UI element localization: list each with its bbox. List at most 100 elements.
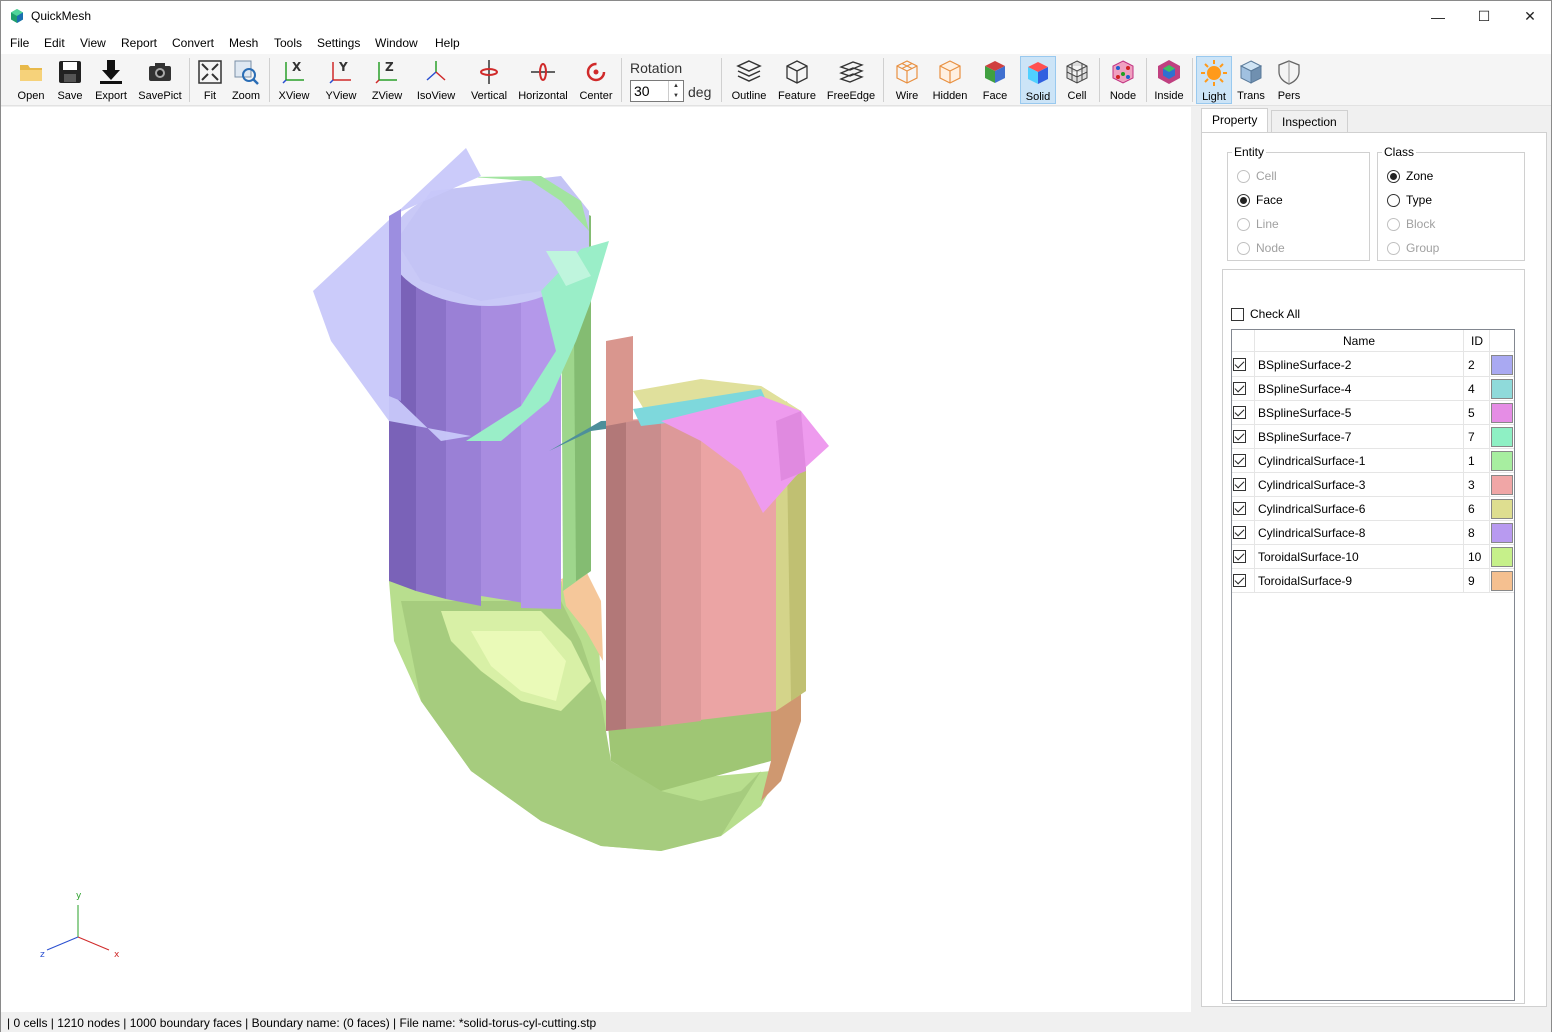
app-logo-icon	[11, 9, 23, 23]
spin-down-icon[interactable]: ▼	[669, 91, 683, 101]
row-checkbox[interactable]	[1233, 478, 1246, 491]
tab-property[interactable]: Property	[1201, 108, 1269, 133]
row-checkbox[interactable]	[1233, 382, 1246, 395]
wire-button[interactable]: Wire	[889, 56, 925, 104]
color-swatch[interactable]	[1491, 475, 1513, 495]
menu-report[interactable]: Report	[121, 36, 157, 50]
menu-edit[interactable]: Edit	[44, 36, 65, 50]
color-swatch[interactable]	[1491, 499, 1513, 519]
hidden-button[interactable]: Hidden	[929, 56, 971, 104]
isoview-button[interactable]: IsoView	[413, 56, 459, 104]
node-button[interactable]: Node	[1105, 56, 1141, 104]
maximize-button[interactable]: ☐	[1461, 1, 1507, 32]
fit-button[interactable]: Fit	[193, 56, 227, 104]
row-checkbox[interactable]	[1233, 358, 1246, 371]
savepict-button[interactable]: SavePict	[137, 56, 183, 104]
zview-button[interactable]: Z ZView	[367, 56, 407, 104]
row-checkbox[interactable]	[1233, 502, 1246, 515]
row-checkbox[interactable]	[1233, 430, 1246, 443]
column-name[interactable]: Name	[1255, 334, 1463, 348]
inside-button[interactable]: Inside	[1151, 56, 1187, 104]
table-row[interactable]: BSplineSurface-7 7	[1232, 425, 1514, 449]
color-swatch[interactable]	[1491, 379, 1513, 399]
close-button[interactable]: ✕	[1507, 1, 1552, 32]
radio-entity-line[interactable]: Line	[1237, 217, 1279, 231]
color-swatch[interactable]	[1491, 355, 1513, 375]
table-row[interactable]: BSplineSurface-2 2	[1232, 353, 1514, 377]
table-row[interactable]: ToroidalSurface-10 10	[1232, 545, 1514, 569]
cell-button[interactable]: Cell	[1061, 56, 1093, 104]
save-button[interactable]: Save	[51, 56, 89, 104]
vertical-button[interactable]: Vertical	[467, 56, 511, 104]
toolbar: Open Save Export SavePict Fit Zoom X XVi…	[1, 54, 1551, 106]
row-checkbox[interactable]	[1233, 406, 1246, 419]
radio-circle	[1387, 169, 1400, 183]
rotation-spinner[interactable]: ▲ ▼	[668, 81, 683, 101]
color-swatch[interactable]	[1491, 571, 1513, 591]
radio-circle	[1237, 193, 1250, 207]
row-checkbox[interactable]	[1233, 526, 1246, 539]
color-swatch[interactable]	[1491, 547, 1513, 567]
spin-up-icon[interactable]: ▲	[669, 81, 683, 91]
color-swatch[interactable]	[1491, 403, 1513, 423]
table-row[interactable]: BSplineSurface-4 4	[1232, 377, 1514, 401]
row-checkbox[interactable]	[1233, 550, 1246, 563]
minimize-button[interactable]: —	[1415, 1, 1461, 32]
row-id: 10	[1468, 550, 1482, 564]
menu-window[interactable]: Window	[375, 36, 418, 50]
table-row[interactable]: ToroidalSurface-9 9	[1232, 569, 1514, 593]
table-row[interactable]: CylindricalSurface-6 6	[1232, 497, 1514, 521]
radio-class-group[interactable]: Group	[1387, 241, 1439, 255]
menu-convert[interactable]: Convert	[172, 36, 214, 50]
table-row[interactable]: CylindricalSurface-1 1	[1232, 449, 1514, 473]
solid-button[interactable]: Solid	[1020, 56, 1056, 104]
xview-button[interactable]: X XView	[275, 56, 313, 104]
column-id[interactable]: ID	[1464, 334, 1490, 348]
radio-entity-cell[interactable]: Cell	[1237, 169, 1277, 183]
menu-view[interactable]: View	[80, 36, 106, 50]
freeedge-button[interactable]: FreeEdge	[825, 56, 877, 104]
table-row[interactable]: CylindricalSurface-8 8	[1232, 521, 1514, 545]
toolbar-separator	[1099, 58, 1100, 102]
radio-class-type[interactable]: Type	[1387, 193, 1432, 207]
menu-tools[interactable]: Tools	[274, 36, 302, 50]
zone-list[interactable]: Name ID BSplineSurface-2 2 BSplineSurface-…	[1231, 329, 1515, 1001]
pers-button[interactable]: Pers	[1273, 56, 1305, 104]
radio-class-zone[interactable]: Zone	[1387, 169, 1433, 183]
row-id: 2	[1468, 358, 1475, 372]
open-button[interactable]: Open	[12, 56, 50, 104]
radio-entity-face[interactable]: Face	[1237, 193, 1283, 207]
trans-button[interactable]: Trans	[1235, 56, 1267, 104]
row-checkbox[interactable]	[1233, 454, 1246, 467]
radio-class-block[interactable]: Block	[1387, 217, 1435, 231]
check-all-checkbox[interactable]: Check All	[1231, 307, 1300, 321]
x-axis-view-icon: X	[282, 60, 304, 84]
floppy-icon	[59, 61, 81, 83]
menu-help[interactable]: Help	[435, 36, 460, 50]
color-swatch[interactable]	[1491, 427, 1513, 447]
light-button[interactable]: Light	[1196, 56, 1232, 104]
feature-button[interactable]: Feature	[775, 56, 819, 104]
zoom-button[interactable]: Zoom	[229, 56, 263, 104]
horizontal-button[interactable]: Horizontal	[515, 56, 571, 104]
svg-text:Y: Y	[338, 60, 348, 74]
camera-icon	[149, 63, 171, 81]
color-swatch[interactable]	[1491, 451, 1513, 471]
yview-button[interactable]: Y YView	[321, 56, 361, 104]
row-checkbox[interactable]	[1233, 574, 1246, 587]
outline-button[interactable]: Outline	[729, 56, 769, 104]
3d-viewport[interactable]: y x z	[1, 107, 1191, 1012]
menu-file[interactable]: File	[10, 36, 29, 50]
center-button[interactable]: Center	[577, 56, 615, 104]
menu-settings[interactable]: Settings	[317, 36, 360, 50]
table-row[interactable]: BSplineSurface-5 5	[1232, 401, 1514, 425]
radio-entity-node[interactable]: Node	[1237, 241, 1285, 255]
export-button[interactable]: Export	[91, 56, 131, 104]
color-swatch[interactable]	[1491, 523, 1513, 543]
tab-inspection[interactable]: Inspection	[1271, 110, 1348, 133]
mesh-model[interactable]	[1, 107, 1191, 1012]
face-button[interactable]: Face	[977, 56, 1013, 104]
menu-mesh[interactable]: Mesh	[229, 36, 258, 50]
table-row[interactable]: CylindricalSurface-3 3	[1232, 473, 1514, 497]
radio-circle	[1387, 193, 1400, 207]
